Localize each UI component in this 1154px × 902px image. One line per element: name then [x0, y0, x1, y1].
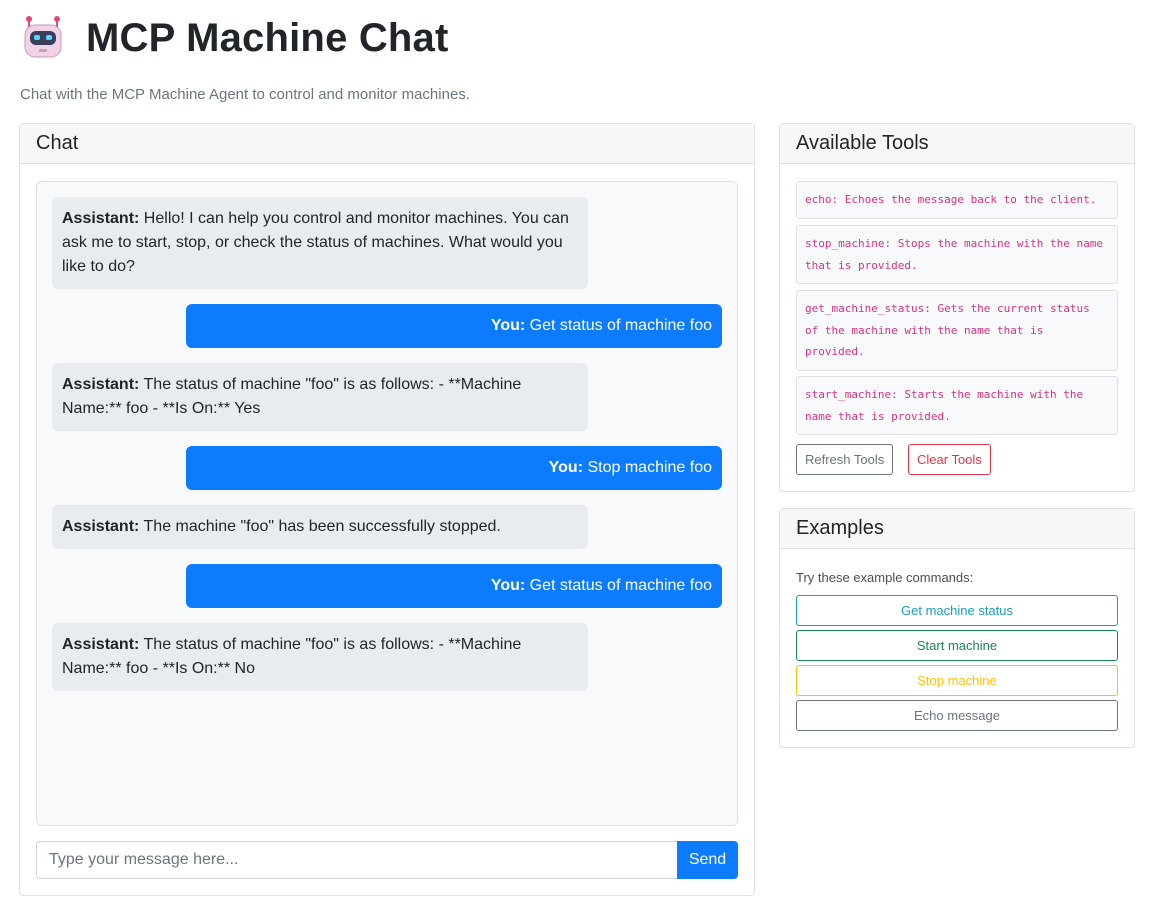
page-header: MCP Machine Chat [20, 12, 449, 64]
page-title: MCP Machine Chat [86, 15, 449, 60]
message-input-group: Send [36, 841, 738, 879]
examples-header: Examples [780, 509, 1134, 549]
message-text: Hello! I can help you control and monito… [62, 210, 569, 275]
user-message: You: Get status of machine foo [186, 304, 722, 348]
user-message: You: Stop machine foo [186, 446, 722, 490]
assistant-message: Assistant: The machine "foo" has been su… [52, 505, 588, 549]
refresh-tools-button[interactable]: Refresh Tools [796, 444, 894, 475]
examples-card: Examples Try these example commands: Get… [779, 508, 1135, 748]
chat-header: Chat [20, 124, 754, 164]
example-echo-button[interactable]: Echo message [796, 700, 1118, 731]
assistant-message: Assistant: The status of machine "foo" i… [52, 363, 588, 431]
user-message: You: Get status of machine foo [186, 564, 722, 608]
page-subtitle: Chat with the MCP Machine Agent to contr… [20, 86, 470, 103]
example-get-status-button[interactable]: Get machine status [796, 595, 1118, 626]
message-text: Get status of machine foo [525, 577, 712, 594]
message-input[interactable] [36, 841, 677, 879]
message-speaker: Assistant: [62, 636, 140, 653]
assistant-message: Assistant: Hello! I can help you control… [52, 197, 588, 289]
send-button[interactable]: Send [677, 841, 738, 879]
tool-item-start-machine: start_machine: Starts the machine with t… [796, 376, 1118, 435]
clear-tools-button[interactable]: Clear Tools [908, 444, 991, 475]
example-start-machine-button[interactable]: Start machine [796, 630, 1118, 661]
message-speaker: You: [490, 317, 526, 334]
tool-item-echo: echo: Echoes the message back to the cli… [796, 181, 1118, 219]
example-stop-machine-button[interactable]: Stop machine [796, 665, 1118, 696]
message-speaker: You: [490, 577, 526, 594]
assistant-message: Assistant: The status of machine "foo" i… [52, 623, 588, 691]
message-speaker: Assistant: [62, 376, 140, 393]
examples-intro: Try these example commands: [796, 570, 974, 585]
chat-card: Chat Assistant: Hello! I can help you co… [19, 123, 755, 896]
chat-messages[interactable]: Assistant: Hello! I can help you control… [36, 181, 738, 826]
message-text: The machine "foo" has been successfully … [139, 518, 501, 535]
message-speaker: Assistant: [62, 210, 140, 227]
robot-icon [20, 15, 66, 61]
message-speaker: You: [548, 459, 584, 476]
message-text: Stop machine foo [583, 459, 712, 476]
tools-header: Available Tools [780, 124, 1134, 164]
tool-item-get-machine-status: get_machine_status: Gets the current sta… [796, 290, 1118, 371]
message-speaker: Assistant: [62, 518, 140, 535]
message-text: Get status of machine foo [525, 317, 712, 334]
tool-item-stop-machine: stop_machine: Stops the machine with the… [796, 225, 1118, 284]
tools-card: Available Tools echo: Echoes the message… [779, 123, 1135, 492]
